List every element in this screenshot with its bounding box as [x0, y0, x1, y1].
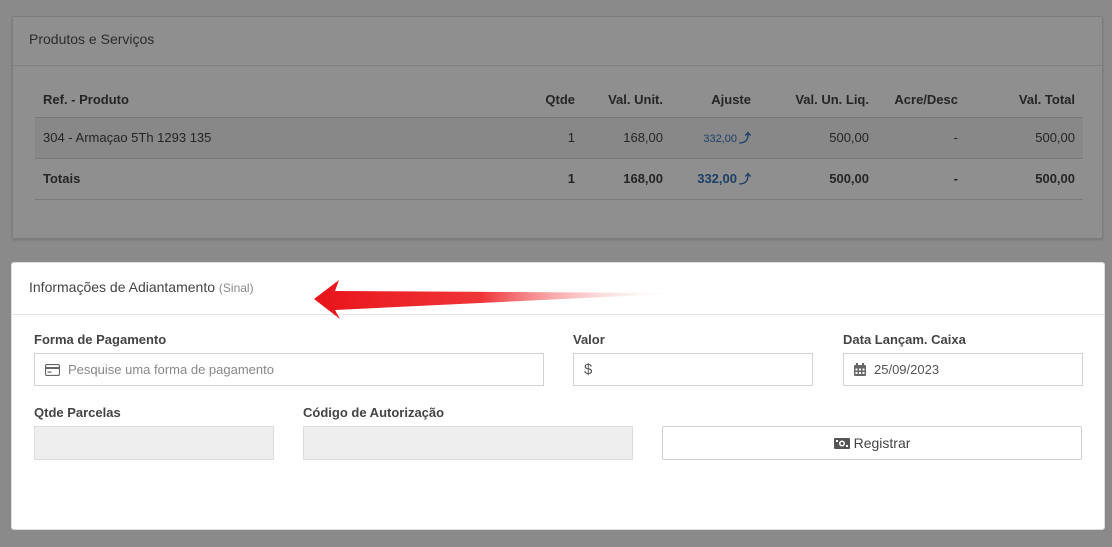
credit-card-icon: [45, 363, 60, 376]
totals-val-un-liq: 500,00: [759, 158, 877, 200]
totals-label: Totais: [35, 158, 515, 200]
calendar-icon: [854, 363, 866, 376]
ajuste-value: 332,00: [703, 133, 737, 145]
adjust-up-arrow-icon: ⤴: [738, 131, 751, 145]
annotation-arrow-icon: [314, 280, 687, 319]
cell-val-un-liq: 500,00: [759, 117, 877, 159]
forma-pagamento-field[interactable]: [34, 353, 544, 386]
products-panel-title: Produtos e Serviços: [13, 17, 1102, 66]
valor-input[interactable]: [600, 362, 802, 377]
cell-acre-desc: -: [877, 117, 966, 159]
adjust-up-arrow-icon: ⤴: [738, 172, 751, 186]
qtde-parcelas-field: [34, 426, 274, 460]
advance-panel-subtitle: (Sinal): [218, 281, 254, 295]
cell-val-unit: 168,00: [583, 117, 671, 159]
totals-ajuste: 332,00 ⤴: [671, 158, 759, 200]
money-bill-icon: [833, 437, 850, 449]
col-qtde: Qtde: [515, 83, 583, 118]
registrar-label: Registrar: [853, 435, 911, 451]
totals-acre-desc: -: [877, 158, 966, 200]
totals-val-unit: 168,00: [583, 158, 671, 200]
cell-qtde: 1: [515, 117, 583, 159]
products-table: Ref. - Produto Qtde Val. Unit. Ajuste Va…: [35, 83, 1083, 200]
forma-pagamento-input[interactable]: [68, 362, 533, 377]
table-row: 304 - Armaçao 5Th 1293 135 1 168,00 332,…: [35, 117, 1083, 159]
cell-ref: 304 - Armaçao 5Th 1293 135: [35, 117, 515, 159]
col-ajuste: Ajuste: [671, 83, 759, 118]
col-val-un-liq: Val. Un. Liq.: [759, 83, 877, 118]
codigo-autorizacao-field: [303, 426, 633, 460]
registrar-button[interactable]: Registrar: [662, 426, 1082, 460]
valor-field[interactable]: $: [573, 353, 813, 386]
table-header-row: Ref. - Produto Qtde Val. Unit. Ajuste Va…: [35, 83, 1083, 118]
products-panel: Produtos e Serviços Ref. - Produto Qtde …: [12, 16, 1103, 239]
data-lancamento-label: Data Lançam. Caixa: [843, 332, 966, 347]
codigo-autorizacao-label: Código de Autorização: [303, 405, 445, 420]
data-lancamento-field[interactable]: 25/09/2023: [843, 353, 1083, 386]
col-val-total: Val. Total: [966, 83, 1083, 118]
totals-qtde: 1: [515, 158, 583, 200]
qtde-parcelas-label: Qtde Parcelas: [34, 405, 121, 420]
cell-val-total: 500,00: [966, 117, 1083, 159]
cell-ajuste[interactable]: 332,00 ⤴: [671, 117, 759, 159]
data-lancamento-value: 25/09/2023: [874, 362, 940, 377]
col-ref-produto: Ref. - Produto: [35, 83, 515, 118]
totals-ajuste-value: 332,00: [697, 171, 737, 186]
col-val-unit: Val. Unit.: [583, 83, 671, 118]
col-acre-desc: Acre/Desc: [877, 83, 966, 118]
forma-pagamento-label: Forma de Pagamento: [34, 332, 167, 347]
valor-label: Valor: [573, 332, 605, 347]
totals-val-total: 500,00: [966, 158, 1083, 200]
totals-row: Totais 1 168,00 332,00 ⤴ 500,00 - 500,00: [35, 158, 1083, 200]
advance-panel-title: Informações de Adiantamento: [29, 279, 216, 295]
dollar-icon: $: [584, 361, 593, 378]
